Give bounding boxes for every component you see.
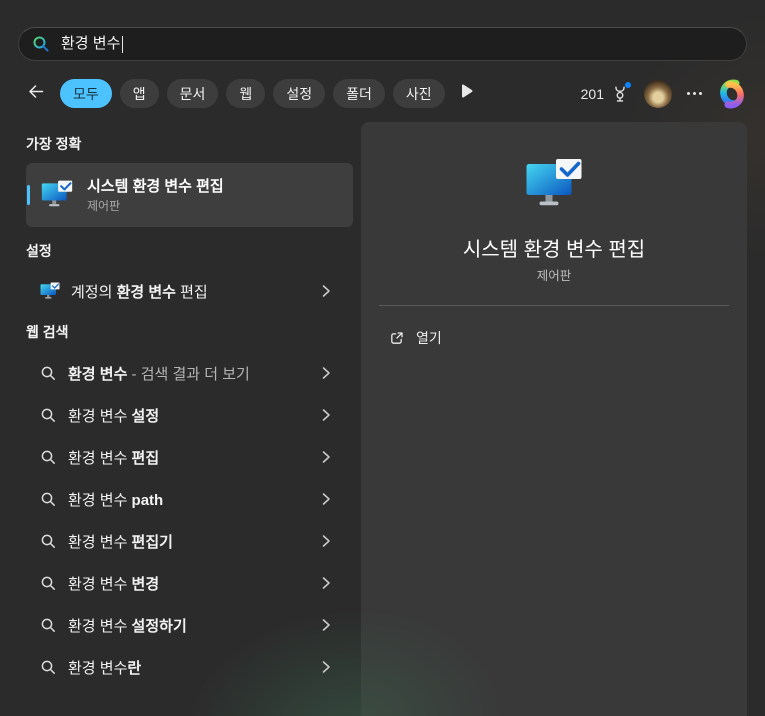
section-heading-web: 웹 검색 (26, 324, 69, 340)
rewards-button[interactable]: 201 (580, 82, 631, 103)
preview-panel: 시스템 환경 변수 편집 제어판 열기 (361, 122, 747, 716)
chevron-right-icon[interactable] (319, 407, 333, 423)
best-match-subtitle: 제어판 (87, 198, 121, 213)
chevron-right-icon[interactable] (319, 659, 333, 675)
open-action[interactable]: 열기 (388, 328, 442, 348)
chevron-right-icon[interactable] (319, 491, 333, 507)
filter-tab-폴더[interactable]: 폴더 (333, 79, 385, 108)
filter-tab-모두[interactable]: 모두 (60, 79, 112, 108)
suggestion-text: 환경 변수란 (68, 659, 142, 677)
web-search-suggestion[interactable]: 환경 변수 - 검색 결과 더 보기 (18, 352, 361, 394)
open-label: 열기 (416, 330, 442, 346)
chevron-right-icon[interactable] (319, 575, 333, 591)
best-match-item[interactable]: 시스템 환경 변수 편집 제어판 (26, 163, 353, 227)
web-search-suggestion[interactable]: 환경 변수 변경 (18, 562, 361, 604)
system-env-vars-icon (41, 180, 73, 210)
suggestion-text: 환경 변수 편집 (68, 449, 160, 467)
copilot-icon[interactable] (717, 79, 747, 109)
search-icon (32, 35, 50, 53)
more-options-button[interactable] (687, 92, 702, 95)
settings-result-item[interactable]: 계정의 환경 변수 편집 (18, 272, 361, 310)
chevron-right-icon[interactable] (319, 283, 333, 299)
notification-dot (625, 82, 631, 88)
filter-tabs: 모두 앱 문서 웹 설정 폴더 사진 (60, 79, 445, 108)
filter-tab-사진[interactable]: 사진 (392, 79, 445, 108)
section-heading-settings: 설정 (26, 243, 52, 259)
search-suggestion-icon (40, 365, 57, 382)
web-search-suggestion[interactable]: 환경 변수 path (18, 478, 361, 520)
web-results-list: 환경 변수 - 검색 결과 더 보기 환경 변수 설정 환경 변수 편집 환경 … (18, 352, 361, 688)
suggestion-text: 환경 변수 변경 (68, 575, 160, 593)
suggestion-text: 환경 변수 path (68, 491, 164, 509)
user-avatar[interactable] (644, 79, 672, 108)
trophy-icon (611, 82, 631, 103)
divider (379, 305, 729, 306)
more-filters-button[interactable] (461, 84, 473, 103)
back-arrow-icon (26, 82, 45, 106)
chevron-right-icon[interactable] (319, 617, 333, 633)
web-search-suggestion[interactable]: 환경 변수 설정 (18, 394, 361, 436)
search-query-text: 환경 변수 (61, 35, 121, 52)
search-suggestion-icon (40, 449, 57, 466)
suggestion-text: 환경 변수 설정하기 (68, 617, 187, 635)
chevron-right-icon[interactable] (319, 449, 333, 465)
preview-subtitle: 제어판 (536, 269, 572, 283)
rewards-count: 201 (580, 85, 604, 102)
search-suggestion-icon (40, 575, 57, 592)
preview-title: 시스템 환경 변수 편집 (462, 239, 646, 261)
filter-bar: 모두 앱 문서 웹 설정 폴더 사진 201 (18, 78, 747, 109)
suggestion-text: 환경 변수 - 검색 결과 더 보기 (68, 365, 250, 383)
filter-tab-앱[interactable]: 앱 (119, 79, 159, 108)
suggestion-text: 환경 변수 편집기 (68, 533, 173, 551)
search-suggestion-icon (40, 533, 57, 550)
best-match-title: 시스템 환경 변수 편집 (87, 177, 224, 195)
suggestion-text: 환경 변수 설정 (68, 407, 160, 425)
settings-results-list: 계정의 환경 변수 편집 (18, 272, 361, 310)
text-cursor (122, 35, 124, 53)
search-suggestion-icon (40, 617, 57, 634)
web-search-suggestion[interactable]: 환경 변수 편집기 (18, 520, 361, 562)
search-input[interactable]: 환경 변수 (18, 27, 747, 61)
result-text: 계정의 환경 변수 편집 (71, 283, 208, 301)
filter-tab-설정[interactable]: 설정 (273, 79, 326, 108)
web-search-suggestion[interactable]: 환경 변수 설정하기 (18, 604, 361, 646)
open-external-icon (388, 330, 405, 347)
filter-tab-문서[interactable]: 문서 (166, 79, 219, 108)
filter-tab-웹[interactable]: 웹 (226, 79, 266, 108)
env-vars-account-icon (40, 282, 60, 301)
web-search-suggestion[interactable]: 환경 변수 편집 (18, 436, 361, 478)
results-column: 가장 정확 시스템 환경 변수 편집 제어판 설정 계정의 환경 변수 편집 웹… (18, 122, 361, 688)
search-flyout-window: 환경 변수 모두 앱 문서 웹 설정 폴더 사진 201 가장 정확 시스템 환… (0, 0, 765, 716)
play-icon (461, 84, 473, 103)
section-heading-best-match: 가장 정확 (26, 136, 82, 152)
search-suggestion-icon (40, 659, 57, 676)
web-search-suggestion[interactable]: 환경 변수란 (18, 646, 361, 688)
chevron-right-icon[interactable] (319, 365, 333, 381)
topbar-right-cluster: 201 (581, 79, 747, 109)
search-suggestion-icon (40, 491, 57, 508)
search-suggestion-icon (40, 407, 57, 424)
back-button[interactable] (18, 78, 52, 109)
selection-accent-bar (27, 185, 30, 205)
chevron-right-icon[interactable] (319, 533, 333, 549)
system-env-vars-icon-large (525, 158, 583, 212)
